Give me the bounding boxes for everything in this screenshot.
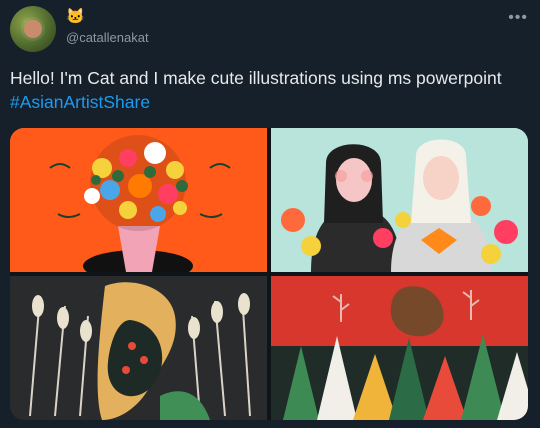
tweet-body: Hello! I'm Cat and I make cute illustrat…	[10, 68, 502, 88]
hashtag-link[interactable]: #AsianArtistShare	[10, 92, 150, 112]
more-options-icon[interactable]: •••	[508, 9, 528, 27]
media-image-4[interactable]	[271, 276, 528, 420]
media-image-2[interactable]	[271, 128, 528, 272]
user-handle[interactable]: @catallenakat	[66, 30, 149, 45]
display-name-emoji[interactable]: 🐱	[66, 8, 85, 26]
media-grid	[10, 128, 528, 420]
tweet-header: 🐱 @catallenakat •••	[0, 0, 540, 60]
avatar[interactable]	[10, 6, 56, 52]
tweet-text: Hello! I'm Cat and I make cute illustrat…	[10, 66, 530, 114]
media-image-3[interactable]	[10, 276, 267, 420]
media-image-1[interactable]	[10, 128, 267, 272]
